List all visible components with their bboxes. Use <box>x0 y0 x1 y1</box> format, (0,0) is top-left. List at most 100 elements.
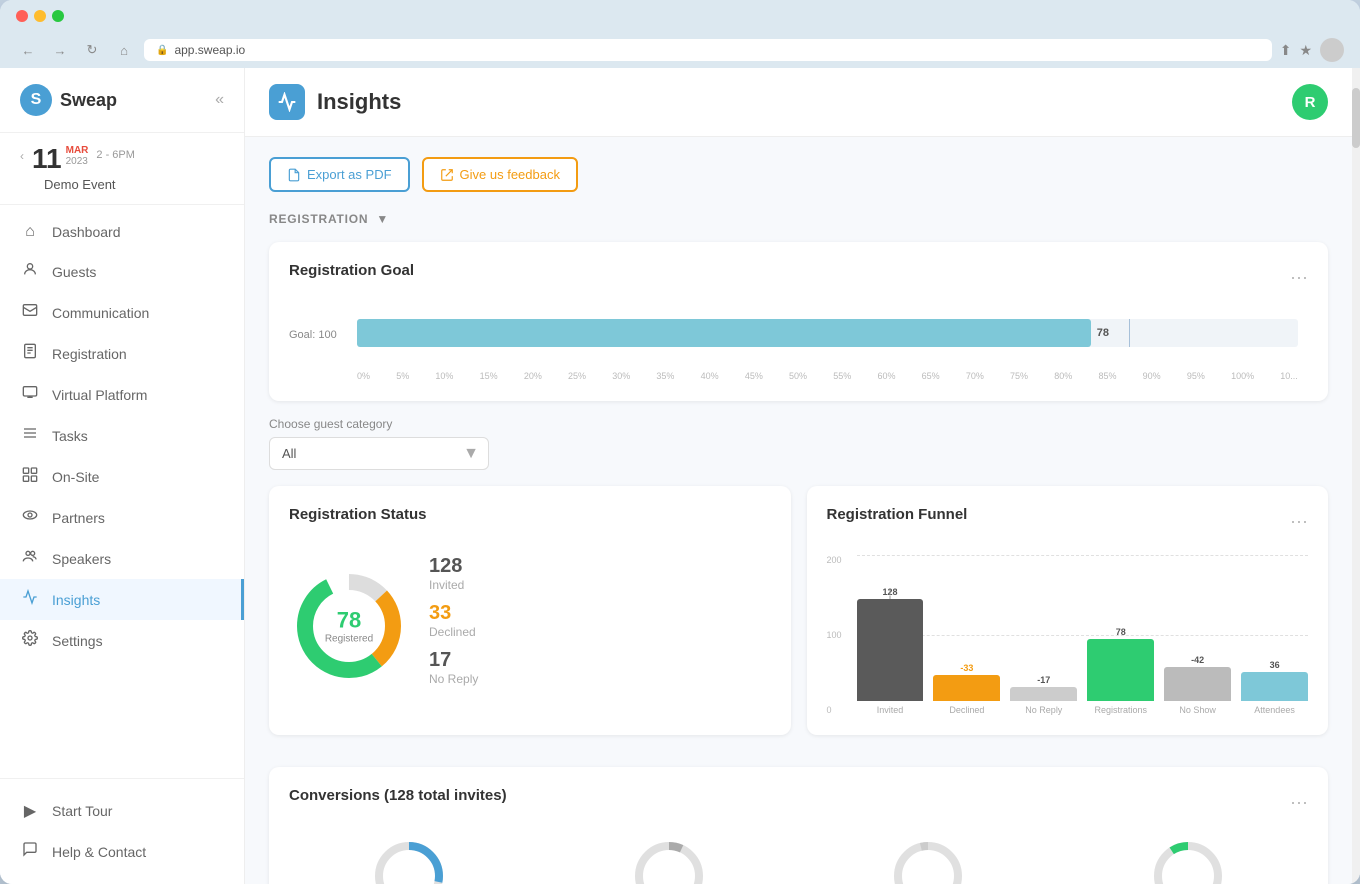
goal-card-header: Registration Goal ⋯ <box>289 262 1308 295</box>
help-icon <box>20 841 40 862</box>
funnel-bar-label-attendees: 36 <box>1270 660 1280 670</box>
conversion-item-4: Attendees <box>1068 836 1308 884</box>
noreply-label: No Reply <box>429 672 771 686</box>
user-avatar: R <box>1292 84 1328 120</box>
forward-button[interactable]: → <box>48 38 72 62</box>
funnel-bar-declined-fill <box>933 675 1000 701</box>
share-icon[interactable]: ⬆ <box>1280 42 1292 59</box>
event-nav-arrow[interactable]: ‹ <box>20 149 24 163</box>
settings-icon <box>20 630 40 651</box>
invited-legend: 128 Invited <box>429 555 771 592</box>
conversions-charts: Registrations Declined <box>289 836 1308 884</box>
feedback-icon <box>440 168 454 182</box>
conversions-card-menu[interactable]: ⋯ <box>1290 793 1308 814</box>
conversion-item-2: Declined <box>549 836 789 884</box>
conversion-item-1: Registrations <box>289 836 529 884</box>
scrollbar-track[interactable] <box>1352 68 1360 884</box>
funnel-dashed-top-invited <box>889 589 890 599</box>
export-label: Export as PDF <box>307 167 392 182</box>
invited-label: Invited <box>429 578 771 592</box>
communication-icon <box>20 302 40 323</box>
sidebar-item-settings[interactable]: Settings <box>0 620 244 661</box>
event-section: ‹ 11 MAR 2023 2 - 6PM Demo Event <box>0 133 244 205</box>
goal-bar-value: 78 <box>1097 327 1109 339</box>
logo-text: Sweap <box>60 90 117 111</box>
event-time: 2 - 6PM <box>96 149 135 161</box>
goal-bar-fill: 78 <box>357 319 1091 347</box>
registration-section-label: REGISTRATION <box>269 212 368 226</box>
filter-section: Choose guest category All VIP Standard S… <box>269 417 1328 470</box>
sidebar-nav: ⌂ Dashboard Guests Communication <box>0 205 244 778</box>
funnel-bar-name-declined: Declined <box>949 705 984 715</box>
browser-user-avatar <box>1320 38 1344 62</box>
back-button[interactable]: ← <box>16 38 40 62</box>
on-site-icon <box>20 466 40 487</box>
sidebar-item-label: Registration <box>52 346 127 362</box>
sidebar-item-label: On-Site <box>52 469 99 485</box>
sidebar-item-tasks[interactable]: Tasks <box>0 415 244 456</box>
funnel-bar-name-invited: Invited <box>877 705 904 715</box>
goal-card-menu[interactable]: ⋯ <box>1290 268 1308 289</box>
fullscreen-dot[interactable] <box>52 10 64 22</box>
close-dot[interactable] <box>16 10 28 22</box>
sidebar-item-start-tour[interactable]: ▶ Start Tour <box>0 791 244 831</box>
sidebar-item-on-site[interactable]: On-Site <box>0 456 244 497</box>
refresh-button[interactable]: ↻ <box>80 38 104 62</box>
registration-status-card: Registration Status <box>269 486 791 735</box>
sidebar-item-help[interactable]: Help & Contact <box>0 831 244 872</box>
conversion-circle-1 <box>369 836 449 884</box>
funnel-bar-name-attendees: Attendees <box>1254 705 1295 715</box>
guest-category-select[interactable]: All VIP Standard Speaker <box>269 437 489 470</box>
logo-icon: S <box>20 84 52 116</box>
event-date-block: 11 MAR 2023 2 - 6PM <box>32 145 135 173</box>
sidebar-item-registration[interactable]: Registration <box>0 333 244 374</box>
start-tour-icon: ▶ <box>20 801 40 821</box>
sidebar-item-communication[interactable]: Communication <box>0 292 244 333</box>
donut-label: Registered <box>325 633 373 644</box>
app-body: S Sweap « ‹ 11 MAR 2023 2 - 6PM <box>0 68 1360 884</box>
virtual-platform-icon <box>20 384 40 405</box>
sidebar-collapse-button[interactable]: « <box>215 91 224 109</box>
donut-number: 78 <box>325 607 373 633</box>
noreply-legend: 17 No Reply <box>429 649 771 686</box>
filter-select-wrapper: All VIP Standard Speaker ▼ <box>269 437 489 470</box>
donut-center: 78 Registered <box>325 607 373 644</box>
page-title: Insights <box>317 89 401 115</box>
funnel-y-axis: 200 100 0 <box>827 555 842 715</box>
sidebar-item-partners[interactable]: Partners <box>0 497 244 538</box>
sidebar-item-label: Settings <box>52 633 103 649</box>
funnel-bar-label-noreply: -17 <box>1037 675 1050 685</box>
noreply-count: 17 <box>429 649 771 672</box>
url-text: app.sweap.io <box>174 43 245 57</box>
dashboard-icon: ⌂ <box>20 223 40 241</box>
sidebar-item-virtual-platform[interactable]: Virtual Platform <box>0 374 244 415</box>
funnel-bar-registrations-fill <box>1087 639 1154 701</box>
registration-section-header[interactable]: REGISTRATION ▼ <box>269 212 1328 226</box>
minimize-dot[interactable] <box>34 10 46 22</box>
conversion-circle-2 <box>629 836 709 884</box>
funnel-card-menu[interactable]: ⋯ <box>1290 512 1308 533</box>
funnel-bar-name-noshow: No Show <box>1179 705 1216 715</box>
sidebar-item-dashboard[interactable]: ⌂ Dashboard <box>0 213 244 251</box>
content-area: Export as PDF Give us feedback REGISTRAT… <box>245 137 1352 884</box>
conversion-item-3: No Reply <box>809 836 1049 884</box>
address-bar[interactable]: 🔒 app.sweap.io <box>144 39 1272 61</box>
browser-dots <box>16 10 1344 22</box>
page-title-block: Insights <box>269 84 401 120</box>
registration-funnel-card: Registration Funnel ⋯ 200 100 0 <box>807 486 1329 735</box>
feedback-button[interactable]: Give us feedback <box>422 157 578 192</box>
goal-label: Goal: 100 <box>289 329 337 341</box>
action-bar: Export as PDF Give us feedback <box>269 157 1328 192</box>
export-pdf-button[interactable]: Export as PDF <box>269 157 410 192</box>
home-button[interactable]: ⌂ <box>112 38 136 62</box>
main-content: Insights R Export as PDF Give us feedbac… <box>245 68 1352 884</box>
sidebar-item-speakers[interactable]: Speakers <box>0 538 244 579</box>
sidebar-item-insights[interactable]: Insights <box>0 579 244 620</box>
sidebar-item-guests[interactable]: Guests <box>0 251 244 292</box>
registration-goal-card: Registration Goal ⋯ Goal: 100 78 <box>269 242 1328 401</box>
registration-section-chevron: ▼ <box>376 212 389 226</box>
event-nav: ‹ 11 MAR 2023 2 - 6PM <box>20 145 224 173</box>
funnel-bar-invited-fill <box>857 599 924 701</box>
scrollbar-thumb[interactable] <box>1352 88 1360 148</box>
bookmark-icon[interactable]: ★ <box>1299 42 1312 59</box>
